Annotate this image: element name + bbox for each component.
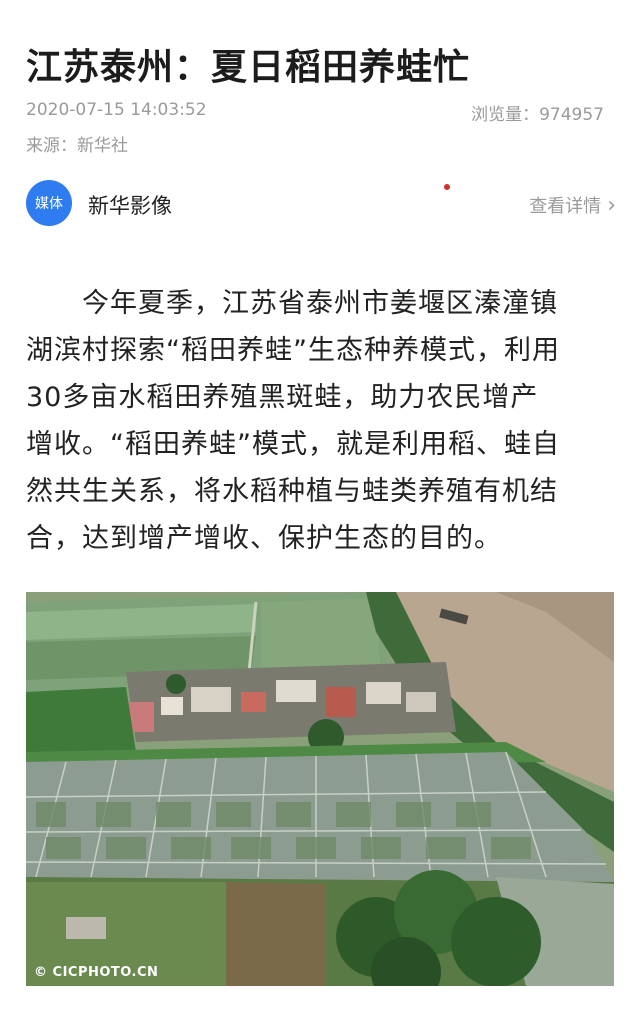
article-photo[interactable]: © CICPHOTO.CN	[26, 592, 614, 986]
body-line: 30多亩水稻田养殖黑斑蛙，助力农民增产	[26, 382, 539, 413]
article-title: 江苏泰州：夏日稻田养蛙忙	[26, 47, 471, 88]
body-line: 然共生关系，将水稻种植与蛙类养殖有机结	[26, 476, 558, 507]
aerial-farm-photo	[26, 592, 614, 986]
view-details-link[interactable]: 查看详情 ›	[529, 192, 616, 218]
author-avatar[interactable]: 媒体	[26, 180, 72, 226]
photo-watermark: © CICPHOTO.CN	[34, 965, 159, 980]
view-count: 浏览量：974957	[471, 105, 604, 125]
article-source: 来源：新华社	[26, 136, 128, 156]
chevron-right-icon: ›	[607, 192, 616, 218]
article-body: 今年夏季，江苏省泰州市姜堰区溱潼镇 湖滨村探索“稻田养蛙”生态种养模式，利用 3…	[26, 280, 616, 562]
author-row[interactable]: 媒体 新华影像 查看详情 ›	[26, 180, 616, 230]
view-details-label: 查看详情	[529, 196, 602, 217]
publish-date: 2020-07-15 14:03:52	[26, 100, 207, 120]
body-line: 合，达到增产增收、保护生态的目的。	[26, 523, 502, 554]
body-line: 湖滨村探索“稻田养蛙”生态种养模式，利用	[26, 335, 560, 366]
body-line: 今年夏季，江苏省泰州市姜堰区溱潼镇	[26, 288, 558, 319]
body-line: 增收。“稻田养蛙”模式，就是利用稻、蛙自	[26, 429, 560, 460]
notification-dot	[444, 184, 450, 190]
author-name[interactable]: 新华影像	[88, 190, 172, 220]
